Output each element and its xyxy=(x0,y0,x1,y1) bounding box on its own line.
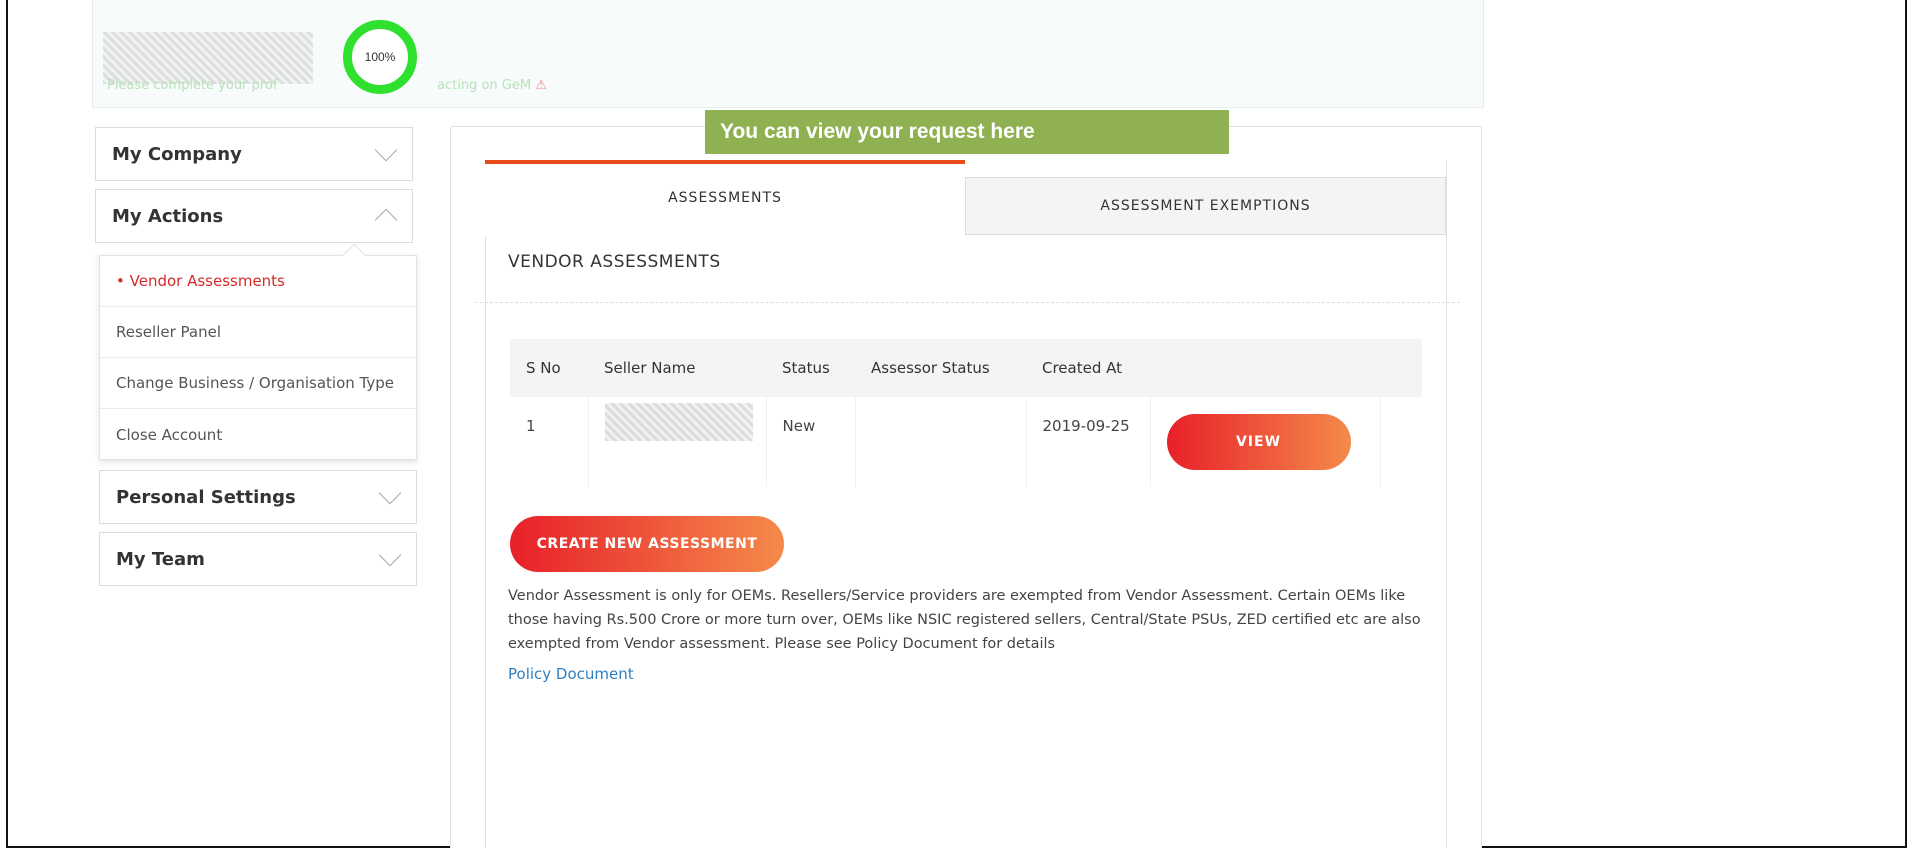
column-header-status: Status xyxy=(782,359,830,377)
sidebar-section-label: Personal Settings xyxy=(116,486,296,508)
annotation-callout: You can view your request here xyxy=(705,110,1229,154)
column-header-spacer xyxy=(1380,339,1422,397)
tab-assessment-exemptions[interactable]: ASSESSMENT EXEMPTIONS xyxy=(965,177,1446,235)
menu-item-reseller-panel[interactable]: Reseller Panel xyxy=(100,307,416,358)
sidebar-section-my-team[interactable]: My Team xyxy=(99,532,417,586)
profile-note-right-text: acting on GeM xyxy=(437,78,532,93)
seller-name-redacted xyxy=(604,403,753,441)
chevron-down-icon xyxy=(378,543,402,567)
column-header-actions xyxy=(1150,339,1380,397)
view-button[interactable]: VIEW xyxy=(1166,414,1351,470)
section-divider xyxy=(475,302,1460,303)
profile-note-left: Please complete your prof xyxy=(107,78,278,93)
cell-sno: 1 xyxy=(510,397,589,487)
profile-name-redacted xyxy=(103,32,313,84)
menu-item-close-account[interactable]: Close Account xyxy=(100,409,416,460)
tab-assessments[interactable]: ASSESSMENTS xyxy=(485,160,965,236)
profile-note-right: acting on GeM ⚠ xyxy=(437,78,547,93)
cell-assessor-status xyxy=(855,397,1027,487)
cell-seller-name xyxy=(588,397,767,487)
menu-item-vendor-assessments[interactable]: • Vendor Assessments xyxy=(100,256,416,307)
my-actions-submenu: • Vendor Assessments Reseller Panel Chan… xyxy=(99,243,417,460)
sidebar-section-personal-settings[interactable]: Personal Settings xyxy=(99,470,417,524)
cell-spacer xyxy=(1380,397,1422,487)
table-header-row: S No Seller Name Status Assessor Status … xyxy=(510,339,1422,397)
cell-action: VIEW xyxy=(1150,397,1381,487)
menu-item-change-business-type[interactable]: Change Business / Organisation Type xyxy=(100,358,416,409)
cell-status: New xyxy=(766,397,856,487)
warning-icon: ⚠ xyxy=(535,78,547,93)
table-row: 1 New 2019-09-25 VIEW xyxy=(510,397,1422,487)
column-header-created-at: Created At xyxy=(1042,359,1123,377)
section-title: VENDOR ASSESSMENTS xyxy=(508,252,721,272)
column-header-sno: S No xyxy=(526,359,561,377)
profile-completion-ring: 100% xyxy=(343,20,417,94)
sidebar-section-label: My Actions xyxy=(112,205,224,227)
chevron-down-icon xyxy=(378,481,402,505)
profile-strip: 100% Please complete your prof acting on… xyxy=(92,0,1484,108)
sidebar-section-label: My Team xyxy=(116,548,205,570)
sidebar-section-my-actions[interactable]: My Actions xyxy=(95,189,413,243)
chevron-down-icon xyxy=(374,138,398,162)
assessments-table: S No Seller Name Status Assessor Status … xyxy=(510,339,1422,487)
sidebar-section-label: My Company xyxy=(112,143,242,165)
sidebar-section-my-company[interactable]: My Company xyxy=(95,127,413,181)
vendor-assessment-notice: Vendor Assessment is only for OEMs. Rese… xyxy=(508,588,1421,652)
create-new-assessment-button[interactable]: CREATE NEW ASSESSMENT xyxy=(510,516,784,572)
column-header-seller-name: Seller Name xyxy=(604,359,696,377)
cell-created-at: 2019-09-25 xyxy=(1026,397,1151,487)
profile-completion-value: 100% xyxy=(364,50,396,64)
policy-document-link[interactable]: Policy Document xyxy=(508,665,634,683)
chevron-up-icon xyxy=(374,208,398,232)
column-header-assessor-status: Assessor Status xyxy=(871,359,990,377)
